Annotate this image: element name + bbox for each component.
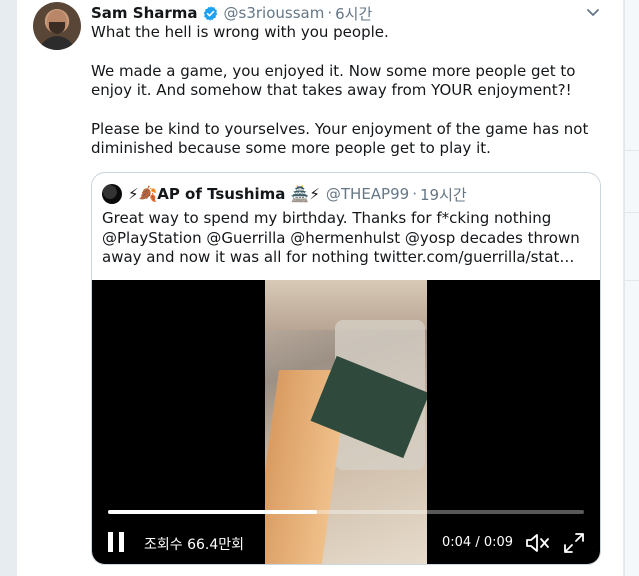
video-view-count: 조회수 66.4만회 (144, 537, 245, 553)
quoted-author-handle[interactable]: @THEAP99 (326, 185, 409, 203)
fullscreen-icon[interactable] (562, 531, 586, 555)
tweet-paragraph: What the hell is wrong with you people. (91, 23, 389, 41)
volume-muted-icon[interactable] (524, 531, 550, 555)
quoted-author-avatar[interactable] (102, 184, 122, 204)
quoted-tweet-timestamp[interactable]: 19시간 (420, 184, 467, 205)
video-controls: 조회수 66.4만회 0:04 / 0:09 (92, 522, 600, 562)
pause-icon[interactable] (108, 532, 126, 552)
quoted-tweet-header: ⚡🍂AP of Tsushima 🏯⚡ @THEAP99 · 19시간 (102, 184, 467, 204)
right-panel-edge (624, 0, 639, 576)
author-handle[interactable]: @s3rioussam (224, 4, 325, 22)
verified-badge-icon (203, 5, 217, 21)
tweet-paragraph: Please be kind to yourselves. Your enjoy… (91, 119, 589, 158)
author-name[interactable]: Sam Sharma (91, 4, 198, 22)
author-avatar[interactable] (33, 2, 81, 50)
tweet-card[interactable]: Sam Sharma @s3rioussam · 6시간 What the he… (16, 0, 624, 576)
tweet-header: Sam Sharma @s3rioussam · 6시간 (91, 3, 372, 23)
tweet-timestamp[interactable]: 6시간 (335, 3, 372, 24)
separator-dot: · (412, 185, 417, 203)
video-progress-fill (108, 510, 318, 514)
video-player[interactable]: 조회수 66.4만회 0:04 / 0:09 (92, 280, 600, 564)
quoted-tweet[interactable]: ⚡🍂AP of Tsushima 🏯⚡ @THEAP99 · 19시간 Grea… (91, 172, 601, 565)
tweet-paragraph: We made a game, you enjoyed it. Now some… (91, 61, 576, 100)
quoted-tweet-text: Great way to spend my birthday. Thanks f… (102, 209, 580, 266)
video-progress-bar[interactable] (108, 510, 584, 514)
chevron-down-icon[interactable] (585, 4, 601, 20)
tweet-text: What the hell is wrong with you people. … (91, 23, 611, 178)
video-time-display: 0:04 / 0:09 (442, 535, 514, 550)
quoted-author-name[interactable]: ⚡🍂AP of Tsushima 🏯⚡ (128, 185, 320, 203)
separator-dot: · (327, 4, 333, 22)
